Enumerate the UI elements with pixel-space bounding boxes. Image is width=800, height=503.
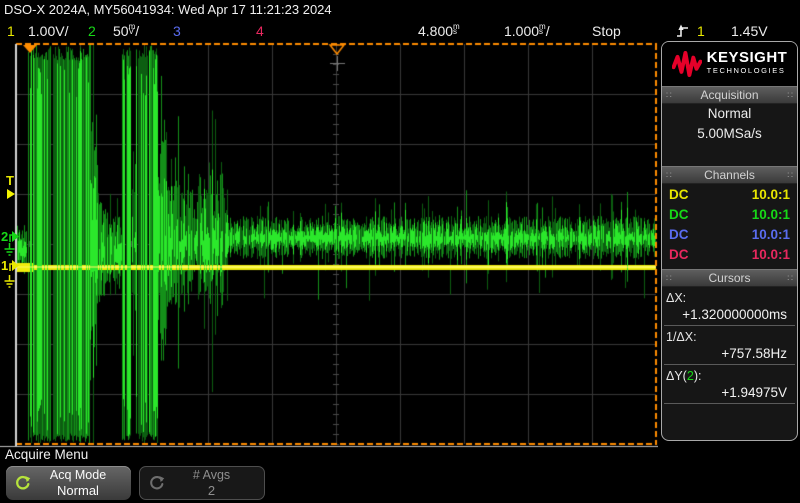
- brand-name: KEYSIGHT: [707, 51, 788, 64]
- keysight-logo-icon: [672, 49, 702, 79]
- softkey-label: Acq Mode Normal: [31, 468, 125, 498]
- channel-row-1[interactable]: DC 10.0:1: [662, 184, 797, 204]
- softkey-acq-mode[interactable]: Acq Mode Normal: [6, 466, 131, 500]
- delta-y-source: 2: [687, 369, 694, 383]
- info-panel: KEYSIGHT TECHNOLOGIES ∷ Acquisition ∷ No…: [661, 41, 798, 441]
- softkey-line2: Normal: [31, 483, 125, 498]
- ch2-marker-arrow-icon: [8, 230, 19, 243]
- acquisition-header[interactable]: ∷ Acquisition ∷: [662, 86, 797, 104]
- softkey-num-avgs[interactable]: # Avgs 2: [139, 466, 265, 500]
- delta-y-label: ΔY(2):: [662, 365, 797, 383]
- acquisition-header-label: Acquisition: [700, 88, 758, 102]
- cursors-header[interactable]: ∷ Cursors ∷: [662, 269, 797, 287]
- ch1-scale[interactable]: 1.00V/: [28, 23, 68, 39]
- menu-title: Acquire Menu: [5, 447, 88, 462]
- inv-delta-x-label: 1/ΔX:: [662, 326, 797, 344]
- channels-header[interactable]: ∷ Channels ∷: [662, 166, 797, 184]
- ch3-coupling: DC: [669, 227, 689, 242]
- delta-x-label: ΔX:: [662, 287, 797, 305]
- ch1-coupling: DC: [669, 187, 689, 202]
- inv-delta-x-value: +757.58Hz: [664, 344, 795, 365]
- ch2-number[interactable]: 2: [88, 23, 96, 39]
- softkey-line2: 2: [165, 483, 258, 498]
- trigger-level[interactable]: 1.45V: [731, 23, 768, 39]
- channel-row-3[interactable]: DC 10.0:1: [662, 224, 797, 244]
- channel-row-4[interactable]: DC 10.0:1: [662, 244, 797, 264]
- ch1-marker-arrow-icon: [8, 259, 19, 272]
- brand-logo: KEYSIGHT TECHNOLOGIES: [662, 42, 797, 86]
- softkey-label: # Avgs 2: [165, 468, 258, 498]
- timebase-slash: /: [546, 23, 550, 39]
- grip-icon: ∷: [666, 274, 672, 283]
- ch2-ground-icon: [3, 243, 16, 258]
- ch1-marker-label: 1: [1, 260, 8, 272]
- oscilloscope-screen: DSO-X 2024A, MY56041934: Wed Apr 17 11:2…: [0, 0, 800, 503]
- ch3-probe-ratio: 10.0:1: [752, 227, 790, 242]
- run-state[interactable]: Stop: [592, 23, 621, 39]
- grip-icon: ∷: [787, 91, 793, 100]
- ch4-coupling: DC: [669, 247, 689, 262]
- timebase-unit: ms: [539, 25, 546, 34]
- grip-icon: ∷: [666, 171, 672, 180]
- ch2-slash: /: [135, 23, 139, 39]
- ch2-ground-marker[interactable]: 2: [1, 230, 19, 243]
- ch2-scale[interactable]: 50mV/: [113, 23, 139, 39]
- softkey-line1: Acq Mode: [31, 468, 125, 483]
- ch1-ground-icon: [3, 275, 16, 290]
- timebase-readout[interactable]: 1.000ms/: [504, 23, 550, 39]
- ch3-number[interactable]: 3: [173, 23, 181, 39]
- trigger-level-marker-icon[interactable]: [7, 189, 15, 199]
- title-bar: DSO-X 2024A, MY56041934: Wed Apr 17 11:2…: [4, 2, 332, 17]
- grip-icon: ∷: [787, 171, 793, 180]
- delay-readout[interactable]: 4.800ms: [418, 23, 460, 39]
- acquisition-mode: Normal: [662, 104, 797, 124]
- delay-value: 4.800: [418, 23, 453, 39]
- grip-icon: ∷: [666, 91, 672, 100]
- ch2-coupling: DC: [669, 207, 689, 222]
- sample-rate: 5.00MSa/s: [662, 124, 797, 144]
- trigger-level-marker-label[interactable]: T: [6, 175, 14, 187]
- channels-header-label: Channels: [704, 168, 755, 182]
- channel-row-2[interactable]: DC 10.0:1: [662, 204, 797, 224]
- trigger-source[interactable]: 1: [697, 23, 705, 39]
- ch4-number[interactable]: 4: [256, 23, 264, 39]
- softkey-line1: # Avgs: [165, 468, 258, 483]
- trigger-edge-icon: [676, 24, 689, 39]
- cycle-icon: [14, 475, 31, 492]
- grip-icon: ∷: [787, 274, 793, 283]
- ch2-marker-label: 2: [1, 231, 8, 243]
- ch1-probe-ratio: 10.0:1: [752, 187, 790, 202]
- panel-spacer: [662, 144, 797, 166]
- ch2-probe-ratio: 10.0:1: [752, 207, 790, 222]
- brand-subtitle: TECHNOLOGIES: [707, 64, 788, 77]
- ch2-scale-value: 50: [113, 23, 129, 39]
- cursors-header-label: Cursors: [708, 271, 750, 285]
- cycle-icon: [148, 475, 165, 492]
- ch4-probe-ratio: 10.0:1: [752, 247, 790, 262]
- ch1-number[interactable]: 1: [7, 23, 15, 39]
- delta-y-value: +1.94975V: [664, 383, 795, 404]
- delta-x-value: +1.320000000ms: [664, 305, 795, 326]
- timebase-value: 1.000: [504, 23, 539, 39]
- waveform-canvas: [0, 40, 658, 450]
- ch1-ground-marker[interactable]: 1: [1, 259, 19, 272]
- delay-unit: ms: [453, 25, 460, 34]
